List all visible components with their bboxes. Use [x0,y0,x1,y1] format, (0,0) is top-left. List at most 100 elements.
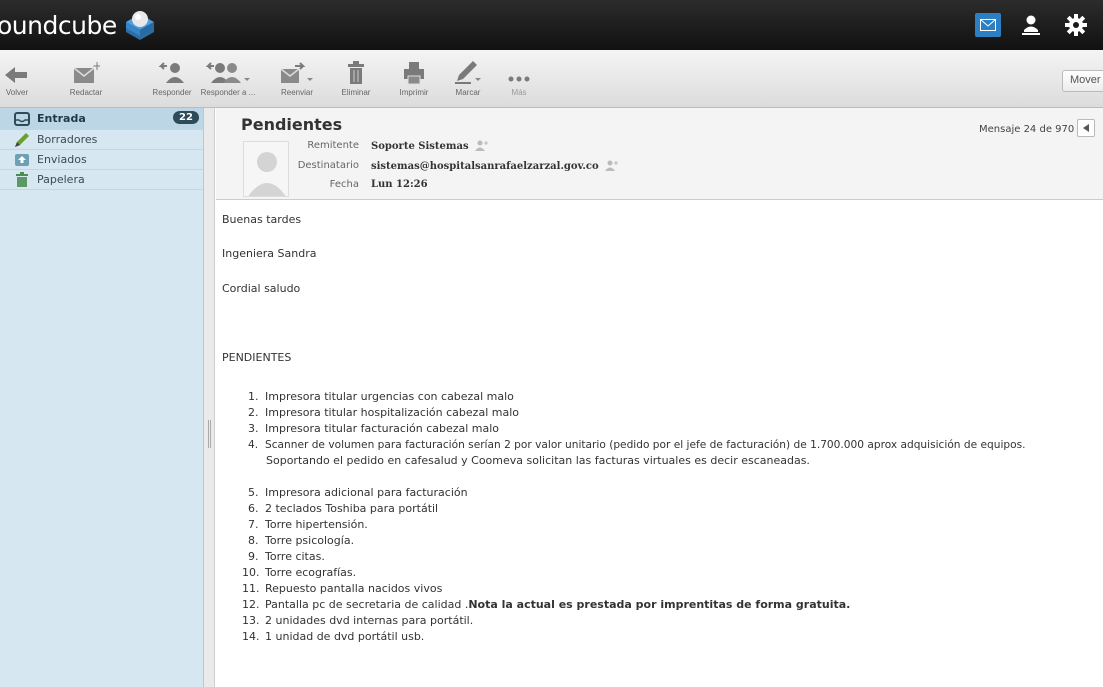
reply-all-icon [206,53,250,85]
item-number: 2. [248,406,259,419]
sender-avatar [243,141,289,197]
date-row: Fecha Lun 12:26 [295,179,428,190]
item-number: 13. [242,614,260,627]
folder-sent[interactable]: Enviados [0,150,203,170]
item-text: Torre psicología. [265,534,355,547]
item-text: Soportando el pedido en cafesalud y Coom… [266,454,810,467]
previous-message-button[interactable] [1077,119,1095,137]
item-text: Pantalla pc de secretaria de calidad . [265,598,469,611]
item-number: 11. [242,582,260,595]
item-text: Impresora titular urgencias con cabezal … [265,390,514,403]
contacts-icon[interactable] [1018,12,1044,38]
forward-button[interactable]: Reenviar [275,53,319,105]
logo-text: oundcube [0,10,117,40]
add-contact-icon[interactable] [474,140,489,152]
item-number: 14. [242,630,260,643]
item-text: Impresora adicional para facturación [265,486,468,499]
mail-icon[interactable] [975,13,1001,37]
app-window: oundcube Volver + Redactar Responder Res… [0,0,1103,687]
item-text: Torre ecografías. [265,566,357,579]
sender-name[interactable]: Soporte Sistemas [371,141,469,152]
list-item: 8. Torre psicología. [222,533,1026,549]
back-arrow-icon [5,53,29,85]
drafts-pencil-icon [12,132,32,148]
list-item: 13. 2 unidades dvd internas para portátil… [222,613,1026,629]
reply-icon [157,53,187,85]
reply-button[interactable]: Responder [143,53,201,105]
list-item: 1. Impresora titular urgencias con cabeza… [222,389,1026,405]
list-item: 14. 1 unidad de dvd portátil usb. [222,629,1026,645]
from-label: Remitente [307,140,359,151]
reply-all-label: Responder a ... [200,88,256,97]
item-bold-note: Nota la actual es prestada por imprentit… [468,598,851,611]
item-number: 8. [248,534,259,547]
list-item: 6. 2 teclados Toshiba para portátil [222,501,1026,517]
folder-drafts-label: Borradores [37,133,98,146]
item-number: 5. [248,486,259,499]
item-number: 7. [248,518,259,531]
to-row: Destinatario sistemas@hospitalsanrafaelz… [295,160,619,172]
compose-label: Redactar [69,88,103,97]
salutation-text: Cordial saludo [222,282,301,295]
sent-icon [12,153,32,167]
item-text: Impresora titular hospitalización cabeza… [265,406,519,419]
settings-gear-icon[interactable] [1063,12,1089,38]
mark-button[interactable]: Marcar [450,53,486,105]
item-text: Torre hipertensión. [265,518,368,531]
item-text: Impresora titular facturación cabezal ma… [265,422,500,435]
print-label: Imprimir [399,88,429,97]
back-label: Volver [5,88,29,97]
item-number: 3. [248,422,259,435]
chevron-left-icon [1083,124,1089,132]
back-button[interactable]: Volver [2,53,32,105]
delete-button[interactable]: Eliminar [336,53,376,105]
pane-splitter[interactable] [204,108,215,687]
list-spacer [222,471,1026,485]
print-button[interactable]: Imprimir [392,53,436,105]
message-counter: Mensaje 24 de 970 [979,124,1075,135]
greeting-text: Buenas tardes [222,213,302,226]
folder-drafts[interactable]: Borradores [0,130,203,150]
item-number: 9. [248,550,259,563]
item-number: 12. [242,598,260,611]
printer-icon [403,53,425,85]
folder-inbox[interactable]: Entrada 22 [0,108,203,130]
mark-pencil-icon [453,53,483,85]
roundcube-cube-icon [125,11,154,40]
reply-all-button[interactable]: Responder a ... [196,53,260,105]
message-header: Pendientes Remitente Soporte Sistemas De… [216,108,1103,200]
from-value-wrap: Soporte Sistemas [371,140,489,152]
to-label: Destinatario [297,160,359,171]
mark-label: Marcar [455,88,481,97]
folder-trash[interactable]: Papelera [0,170,203,190]
inbox-tray-icon [12,111,32,126]
forward-icon [279,53,315,85]
item-text: Scanner de volumen para facturación serí… [265,439,1026,451]
add-contact-icon[interactable] [604,160,619,172]
item-text: Torre citas. [265,550,325,563]
date-label: Fecha [329,179,359,190]
to-value-wrap: sistemas@hospitalsanrafaelzarzal.gov.co [371,160,619,172]
splitter-grip[interactable] [208,420,211,448]
more-button[interactable]: Más [507,53,531,105]
reply-label: Responder [152,88,192,97]
item-number: 6. [248,502,259,515]
item-text: 1 unidad de dvd portátil usb. [265,630,425,643]
message-toolbar: Volver + Redactar Responder Responder a … [0,50,1103,108]
roundcube-logo[interactable]: oundcube [0,8,157,42]
folder-inbox-label: Entrada [37,112,86,125]
compose-icon: + [72,53,100,85]
list-item: 10. Torre ecografías. [222,565,1026,581]
item-number: 4. [248,439,259,451]
message-subject: Pendientes [241,115,343,134]
message-body: Buenas tardes Ingeniera Sandra Cordial s… [216,201,1103,687]
list-item-continuation: Soportando el pedido en cafesalud y Coom… [222,453,1026,471]
pending-items-list: 1. Impresora titular urgencias con cabeza… [222,389,1026,645]
list-item: 2. Impresora titular hospitalización cabe… [222,405,1026,421]
compose-button[interactable]: + Redactar [56,53,116,105]
move-button[interactable]: Mover [1062,70,1103,92]
recipient-address[interactable]: sistemas@hospitalsanrafaelzarzal.gov.co [371,161,599,172]
item-text: 2 teclados Toshiba para portátil [265,502,439,515]
more-label: Más [511,88,527,97]
recipient-text: Ingeniera Sandra [222,247,317,260]
